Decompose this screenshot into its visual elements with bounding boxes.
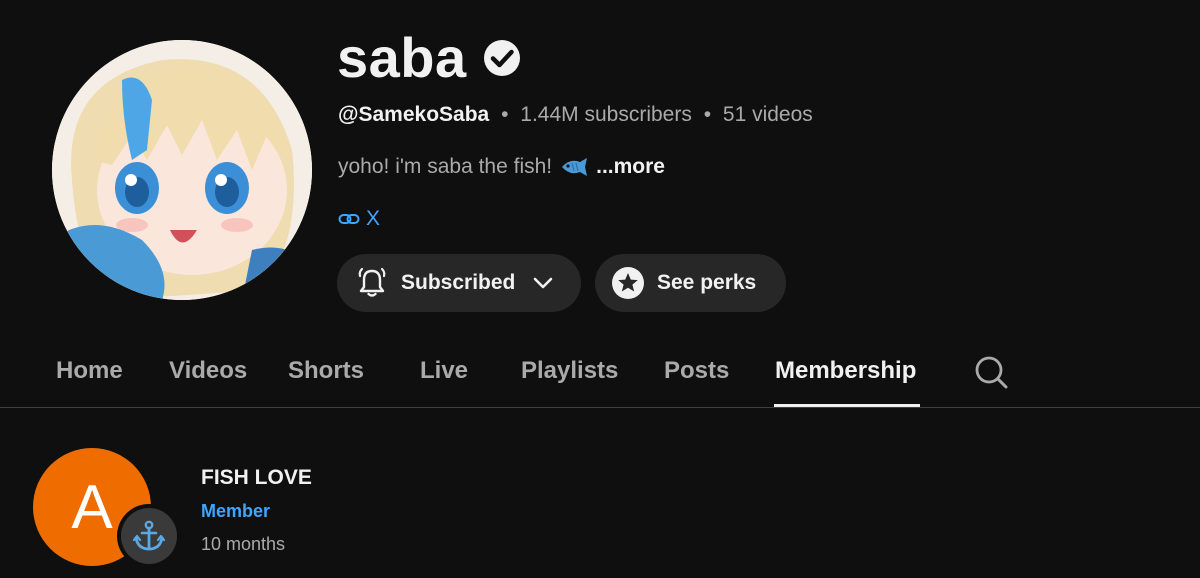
- subscriber-count: 1.44M subscribers: [520, 103, 692, 126]
- channel-name: saba: [337, 26, 467, 89]
- subscribed-label: Subscribed: [401, 271, 516, 294]
- verified-check-icon: [483, 40, 520, 76]
- tabs-divider: [0, 407, 1200, 408]
- member-duration: 10 months: [201, 534, 286, 554]
- link-icon: [338, 214, 360, 224]
- description-text: yoho! i'm saba the fish!: [338, 155, 553, 178]
- tab-shorts[interactable]: Shorts: [288, 354, 364, 388]
- channel-link-x[interactable]: X: [338, 204, 380, 234]
- tab-live[interactable]: Live: [420, 354, 468, 388]
- tab-home[interactable]: Home: [56, 354, 123, 388]
- meta-separator: •: [703, 103, 712, 126]
- bell-icon: [358, 267, 386, 297]
- member-badge: [117, 504, 181, 568]
- channel-avatar-illustration: [52, 40, 312, 300]
- see-perks-label: See perks: [657, 271, 757, 294]
- channel-tabs: Home Videos Shorts Live Playlists Posts …: [0, 340, 1200, 408]
- member-level: Member: [201, 501, 271, 521]
- search-icon[interactable]: [973, 354, 1009, 390]
- channel-avatar[interactable]: [52, 40, 312, 300]
- member-badge-inner: [121, 508, 177, 564]
- see-perks-button[interactable]: See perks: [595, 254, 786, 312]
- link-label: X: [366, 207, 381, 230]
- tab-posts[interactable]: Posts: [664, 354, 729, 388]
- meta-separator: •: [501, 103, 509, 126]
- tab-membership[interactable]: Membership: [775, 354, 916, 388]
- chevron-down-icon: [534, 277, 553, 289]
- subscribed-button[interactable]: Subscribed: [337, 254, 581, 312]
- channel-handle: @SamekoSaba: [338, 103, 490, 126]
- channel-meta: @SamekoSaba • 1.44M subscribers • 51 vid…: [338, 100, 813, 130]
- channel-description[interactable]: yoho! i'm saba the fish! ...more: [338, 152, 665, 182]
- fish-icon: [562, 158, 588, 176]
- channel-title-row: saba: [337, 26, 521, 90]
- more-link[interactable]: ...more: [596, 152, 665, 182]
- channel-page: saba @SamekoSaba • 1.44M subscribers • 5…: [0, 0, 1200, 578]
- tab-videos[interactable]: Videos: [169, 354, 247, 388]
- tab-playlists[interactable]: Playlists: [521, 354, 618, 388]
- star-badge-icon: [612, 267, 644, 299]
- member-name[interactable]: FISH LOVE: [201, 463, 312, 493]
- video-count: 51 videos: [722, 103, 813, 126]
- anchor-icon: [132, 520, 166, 551]
